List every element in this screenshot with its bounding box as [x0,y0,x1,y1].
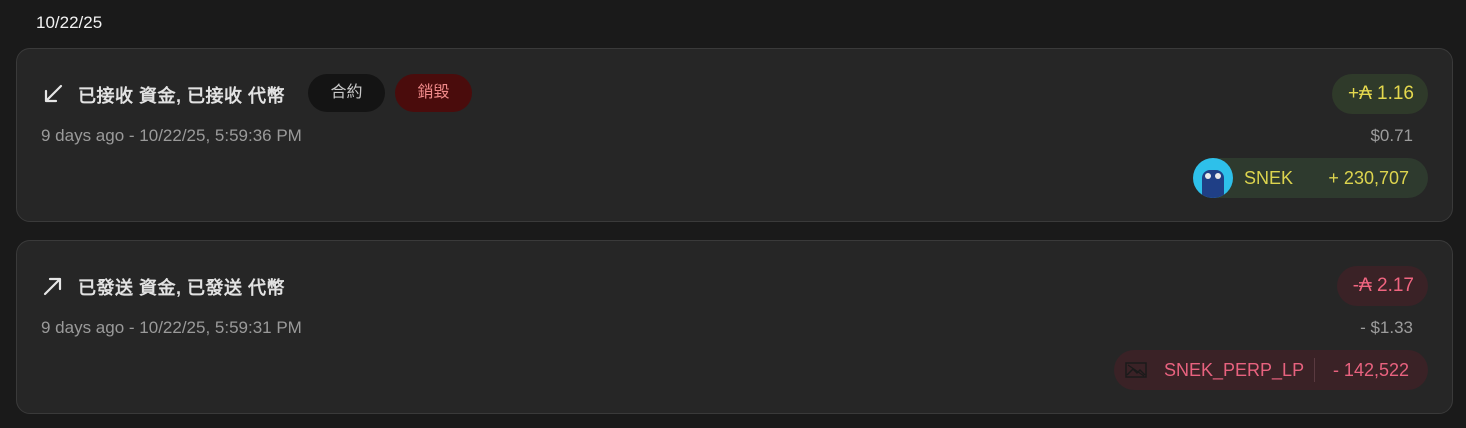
token-amount: - 142,522 [1332,359,1409,380]
arrow-up-right-icon [43,277,62,296]
contract-badge: 合約 [308,74,385,112]
token-divider [1303,166,1304,190]
fiat-amount: - $1.33 [1360,318,1413,337]
transaction-title: 已接收 資金, 已接收 代幣 [78,86,286,106]
transaction-card-received[interactable]: 已接收 資金, 已接收 代幣 合約 銷毀 9 days ago - 10/22/… [16,48,1453,222]
ada-amount-badge: +₳ 1.16 [1331,74,1428,114]
token-name: SNEK_PERP_LP [1164,359,1305,380]
date-group-header: 10/22/25 [36,13,103,32]
broken-image-icon [1125,362,1147,378]
token-name: SNEK [1244,167,1294,188]
arrow-down-left-icon [44,84,63,103]
snek-token-avatar [1193,158,1233,198]
transaction-title: 已發送 資金, 已發送 代幣 [78,278,286,298]
burn-badge: 銷毀 [395,74,472,112]
transaction-timestamp: 9 days ago - 10/22/25, 5:59:31 PM [41,318,302,337]
ada-amount-badge: -₳ 2.17 [1336,266,1428,306]
token-amount: + 230,707 [1328,167,1409,188]
token-amount-pill[interactable]: SNEK_PERP_LP - 142,522 [1114,350,1428,390]
transaction-timestamp: 9 days ago - 10/22/25, 5:59:36 PM [41,126,302,145]
fiat-amount: $0.71 [1370,126,1413,145]
token-divider [1314,358,1316,382]
token-amount-pill[interactable]: SNEK + 230,707 [1193,158,1428,198]
transaction-card-sent[interactable]: 已發送 資金, 已發送 代幣 9 days ago - 10/22/25, 5:… [16,240,1453,414]
